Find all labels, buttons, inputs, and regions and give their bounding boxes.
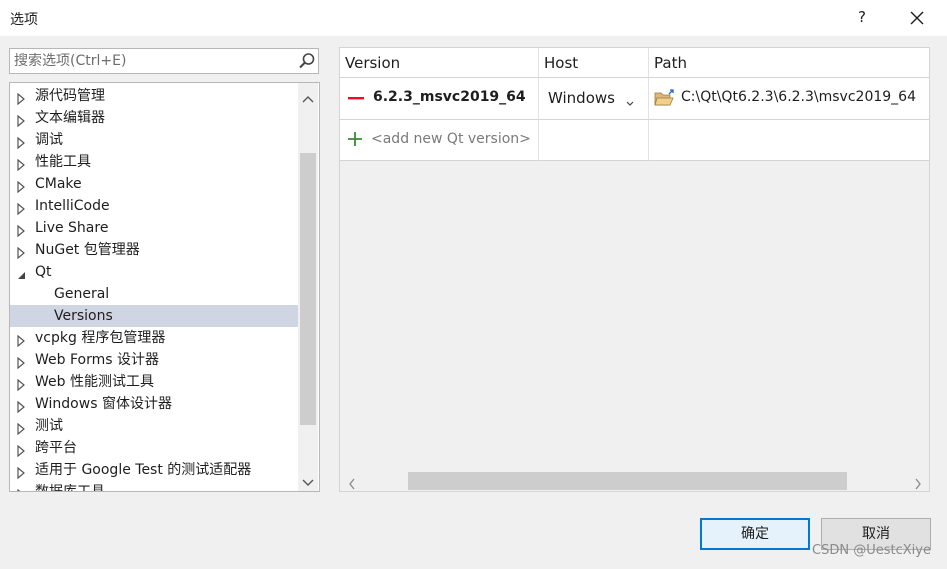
search-input[interactable] [14,52,290,70]
qt-path[interactable]: C:\Qt\Qt6.2.3\6.2.3\msvc2019_64 [681,89,916,105]
search-box [9,48,319,74]
scroll-up-icon[interactable] [302,89,314,103]
version-cell[interactable]: 6.2.3_msvc2019_64 [340,78,539,120]
collapse-arrow-icon[interactable] [16,266,26,279]
tree-item-label: General [54,286,110,302]
qt-versions-table: Version Host Path 6.2.3_msvc2019_64 Wind… [339,47,930,492]
tree-item-database-tools[interactable]: 数据库工具 [10,481,298,492]
scroll-left-icon[interactable] [348,475,356,490]
tree-vertical-scrollbar[interactable] [298,83,318,491]
expand-arrow-icon[interactable] [16,464,26,480]
tree-item-label: Versions [54,308,113,324]
tree-item-source-control[interactable]: 源代码管理 [10,85,298,107]
path-cell[interactable]: C:\Qt\Qt6.2.3\6.2.3\msvc2019_64 [649,78,929,120]
tree-item-live-share[interactable]: Live Share [10,217,298,239]
plus-icon[interactable] [346,130,364,148]
expand-arrow-icon[interactable] [16,398,26,414]
tree-item-google-test-adapter[interactable]: 适用于 Google Test 的测试适配器 [10,459,298,481]
version-name[interactable]: 6.2.3_msvc2019_64 [373,89,526,105]
empty-path-cell [649,120,929,161]
expand-arrow-icon[interactable] [16,332,26,348]
table-horizontal-scrollbar[interactable] [340,469,929,491]
close-icon[interactable] [904,6,930,30]
tree-item-performance-tools[interactable]: 性能工具 [10,151,298,173]
host-value: Windows [548,89,615,107]
expand-arrow-icon[interactable] [16,156,26,172]
tree-item-label: 测试 [35,418,63,434]
scroll-right-icon[interactable] [914,475,922,490]
tree-item-label: IntelliCode [35,198,110,214]
column-header-path[interactable]: Path [649,48,929,78]
tree-item-vcpkg[interactable]: vcpkg 程序包管理器 [10,327,298,349]
search-icon[interactable] [298,52,316,70]
help-button[interactable]: ? [852,6,872,28]
tree-item-web-perf-test[interactable]: Web 性能测试工具 [10,371,298,393]
ok-button[interactable]: 确定 [700,518,810,550]
column-header-version[interactable]: Version [340,48,539,78]
tree-item-label: 数据库工具 [35,484,105,492]
tree-item-label: 文本编辑器 [35,110,105,126]
options-tree: 源代码管理 文本编辑器 调试 性能工具 CMake IntelliCode Li… [9,82,320,492]
tree-item-debugging[interactable]: 调试 [10,129,298,151]
expand-arrow-icon[interactable] [16,442,26,458]
expand-arrow-icon[interactable] [16,200,26,216]
tree-item-label: Web 性能测试工具 [35,374,154,390]
tree-item-intellicode[interactable]: IntelliCode [10,195,298,217]
chevron-down-icon[interactable] [625,94,635,106]
expand-arrow-icon[interactable] [16,178,26,194]
tree-item-text-editor[interactable]: 文本编辑器 [10,107,298,129]
expand-arrow-icon[interactable] [16,486,26,491]
tree-item-nuget[interactable]: NuGet 包管理器 [10,239,298,261]
expand-arrow-icon[interactable] [16,376,26,392]
expand-arrow-icon[interactable] [16,134,26,150]
tree-item-windows-forms-designer[interactable]: Windows 窗体设计器 [10,393,298,415]
expand-arrow-icon[interactable] [16,112,26,128]
tree-item-qt[interactable]: Qt [10,261,298,283]
tree-item-label: CMake [35,176,82,192]
watermark: CSDN @UestcXiye [812,543,931,558]
scrollbar-thumb[interactable] [300,153,316,425]
expand-arrow-icon[interactable] [16,90,26,106]
tree-item-label: NuGet 包管理器 [35,242,140,258]
tree-item-qt-versions[interactable]: Versions [10,305,298,327]
scrollbar-thumb[interactable] [408,472,847,490]
expand-arrow-icon[interactable] [16,222,26,238]
tree-item-label: 性能工具 [35,154,91,170]
tree-item-label: Windows 窗体设计器 [35,396,172,412]
tree-item-label: 适用于 Google Test 的测试适配器 [35,462,252,478]
tree-item-qt-general[interactable]: General [10,283,298,305]
expand-arrow-icon[interactable] [16,420,26,436]
tree-item-label: vcpkg 程序包管理器 [35,330,166,346]
folder-open-icon[interactable] [654,88,676,108]
remove-icon[interactable] [347,90,365,106]
tree-item-label: 调试 [35,132,63,148]
expand-arrow-icon[interactable] [16,354,26,370]
tree-item-cross-platform[interactable]: 跨平台 [10,437,298,459]
window-title: 选项 [10,12,38,28]
tree-item-label: 跨平台 [35,440,77,456]
tree-item-label: Live Share [35,220,109,236]
tree-item-cmake[interactable]: CMake [10,173,298,195]
tree-item-label: Web Forms 设计器 [35,352,159,368]
column-header-host[interactable]: Host [539,48,649,78]
add-new-label[interactable]: <add new Qt version> [371,131,531,147]
title-bar: 选项 ? [0,0,947,36]
tree-item-label: Qt [35,264,52,280]
expand-arrow-icon[interactable] [16,244,26,260]
empty-host-cell [539,120,649,161]
tree-item-web-forms-designer[interactable]: Web Forms 设计器 [10,349,298,371]
tree-item-label: 源代码管理 [35,88,105,104]
scroll-down-icon[interactable] [302,473,314,486]
tree-item-test[interactable]: 测试 [10,415,298,437]
add-new-qt-version[interactable]: <add new Qt version> [340,120,539,161]
host-select[interactable]: Windows [539,78,649,120]
